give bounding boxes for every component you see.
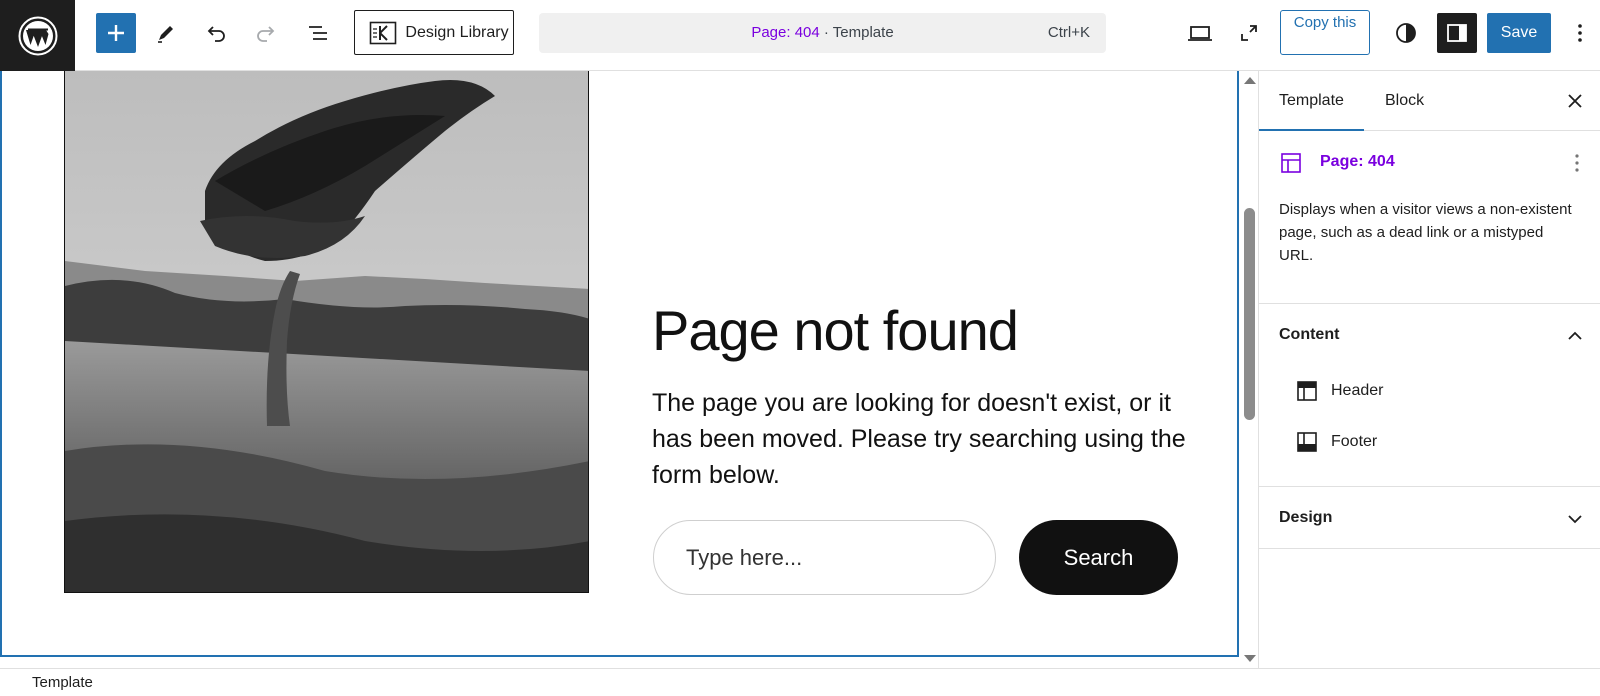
canvas-scrollbar[interactable]: [1241, 71, 1258, 668]
command-shortcut: Ctrl+K: [1047, 24, 1090, 41]
search-input[interactable]: Type here...: [653, 520, 996, 595]
more-vertical-icon: [1575, 154, 1579, 172]
design-panel: Design: [1259, 487, 1600, 549]
edit-tool-button[interactable]: [146, 13, 186, 53]
template-actions-button[interactable]: [1565, 151, 1589, 175]
design-library-icon: [370, 21, 397, 44]
sidebar-tabs: Template Block: [1259, 71, 1600, 131]
undo-button[interactable]: [196, 13, 236, 53]
editor-toolbar: Design Library Page: 404 · Template Ctrl…: [0, 0, 1600, 71]
document-separator: ·: [819, 24, 833, 41]
contrast-icon: [1396, 23, 1416, 43]
pencil-icon: [158, 26, 173, 43]
content-panel: Content Header Footer: [1259, 304, 1600, 487]
fullscreen-button[interactable]: [1229, 13, 1269, 53]
template-name: Page: 404: [1320, 153, 1395, 170]
template-part-header-label: Header: [1331, 382, 1384, 399]
design-panel-title[interactable]: Design: [1279, 509, 1332, 527]
copy-this-button[interactable]: Copy this: [1280, 10, 1370, 55]
template-description: Displays when a visitor views a non-exis…: [1279, 201, 1572, 264]
footer-icon: [1297, 432, 1317, 452]
document-title: Page: 404 · Template: [539, 13, 1106, 53]
breadcrumb[interactable]: Template: [32, 674, 93, 691]
add-block-button[interactable]: [96, 13, 136, 53]
design-panel-toggle[interactable]: [1563, 507, 1587, 531]
editor-canvas[interactable]: Page not found The page you are looking …: [0, 71, 1258, 668]
template-part-footer-label: Footer: [1331, 433, 1378, 450]
design-library-label: Design Library: [405, 23, 509, 41]
search-placeholder: Type here...: [686, 544, 803, 570]
scroll-down-arrow-icon[interactable]: [1244, 655, 1256, 662]
fullscreen-icon: [1241, 25, 1257, 41]
template-canvas-frame[interactable]: Page not found The page you are looking …: [0, 71, 1239, 657]
close-sidebar-button[interactable]: [1563, 89, 1587, 113]
device-preview-button[interactable]: [1180, 13, 1220, 53]
document-name: Page: 404: [751, 24, 820, 41]
template-info-card: Page: 404 Displays when a visitor views …: [1259, 131, 1600, 304]
wordpress-logo-button[interactable]: [0, 0, 75, 71]
template-part-footer[interactable]: Footer: [1295, 427, 1377, 457]
more-vertical-icon: [1578, 24, 1582, 42]
editor-footer: Template: [0, 668, 1600, 696]
windswept-tree-photo[interactable]: [64, 71, 589, 593]
content-panel-toggle[interactable]: [1563, 324, 1587, 348]
plus-icon: [108, 25, 124, 41]
document-type: Template: [832, 24, 894, 41]
design-library-button[interactable]: Design Library: [354, 10, 514, 55]
redo-icon: [257, 26, 275, 42]
list-view-icon: [309, 26, 327, 40]
scroll-up-arrow-icon[interactable]: [1244, 77, 1256, 84]
laptop-icon: [1188, 26, 1212, 41]
page-heading[interactable]: Page not found: [652, 299, 1019, 363]
undo-icon: [207, 26, 225, 42]
chevron-down-icon: [1568, 515, 1582, 524]
search-button[interactable]: Search: [1019, 520, 1178, 595]
options-menu-button[interactable]: [1560, 13, 1600, 53]
settings-sidebar-toggle[interactable]: [1437, 13, 1477, 53]
template-part-header[interactable]: Header: [1295, 376, 1383, 406]
save-button[interactable]: Save: [1487, 13, 1551, 53]
tab-template[interactable]: Template: [1259, 71, 1364, 131]
header-icon: [1297, 381, 1317, 401]
tab-block[interactable]: Block: [1365, 71, 1444, 131]
scroll-thumb[interactable]: [1244, 208, 1255, 420]
page-body-text[interactable]: The page you are looking for doesn't exi…: [652, 385, 1192, 493]
chevron-up-icon: [1568, 331, 1582, 340]
wordpress-logo-icon: [18, 16, 57, 55]
styles-button[interactable]: [1386, 13, 1426, 53]
close-icon: [1568, 94, 1582, 108]
content-panel-title[interactable]: Content: [1279, 326, 1339, 344]
settings-sidebar: Template Block Page: 404 Displays when a…: [1258, 71, 1600, 668]
document-overview-button[interactable]: [298, 13, 338, 53]
redo-button[interactable]: [246, 13, 286, 53]
tree-photo-illustration: [65, 71, 588, 592]
template-layout-icon: [1279, 151, 1303, 175]
command-palette-bar[interactable]: Page: 404 · Template Ctrl+K: [539, 13, 1106, 53]
sidebar-icon: [1447, 24, 1467, 42]
